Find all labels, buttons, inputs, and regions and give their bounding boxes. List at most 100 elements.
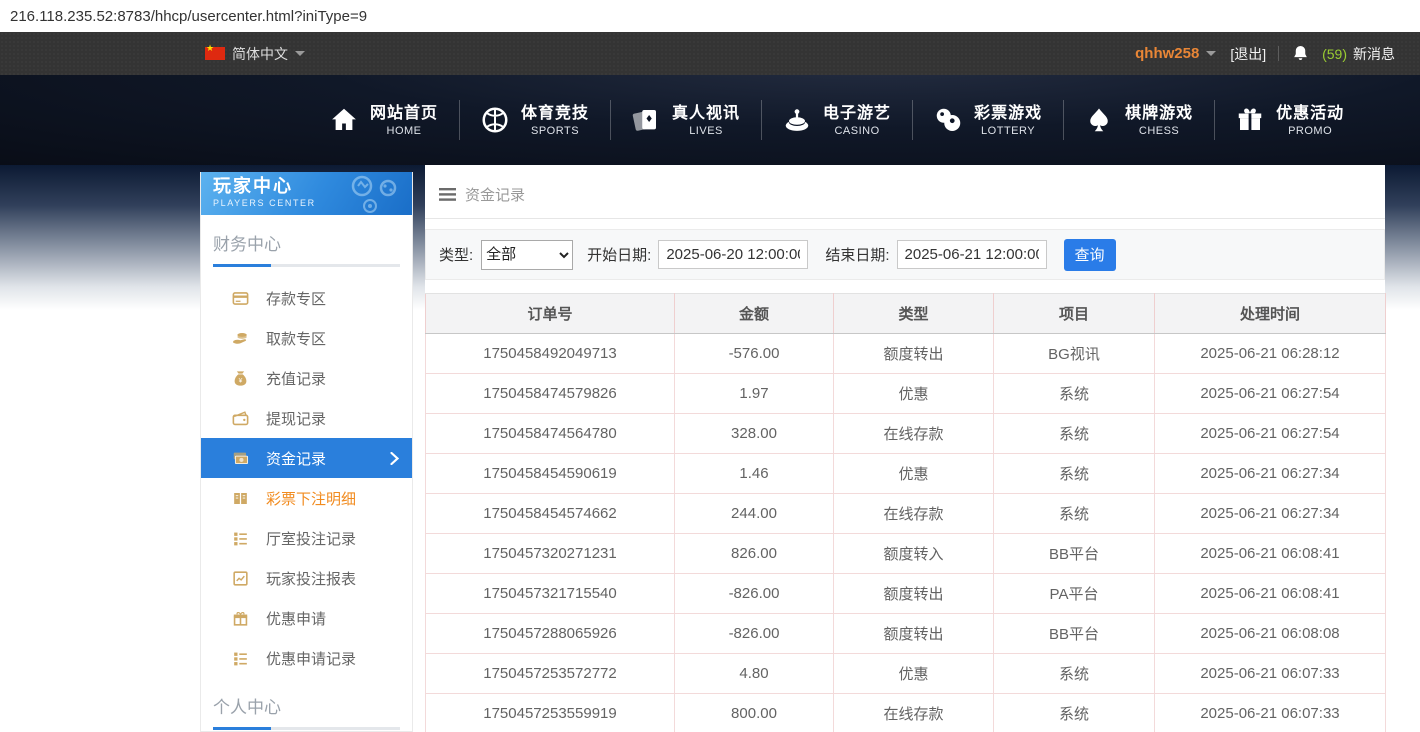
sidebar: 玩家中心 PLAYERS CENTER 财务中心 存款专区取款专区¥充值记录提现… — [200, 172, 413, 732]
table-cell: 2025-06-21 06:08:41 — [1155, 574, 1386, 614]
table-body: 1750458492049713-576.00额度转出BG视讯2025-06-2… — [426, 334, 1386, 732]
section-underline — [213, 264, 400, 267]
message-count[interactable]: (59) — [1322, 46, 1347, 62]
nav-label-zh: 彩票游戏 — [974, 103, 1042, 125]
nav-label-zh: 电子游艺 — [823, 103, 891, 125]
table-cell: 2025-06-21 06:27:54 — [1155, 374, 1386, 414]
type-select[interactable]: 全部 — [481, 240, 573, 270]
sidebar-item-withdraw-zone[interactable]: 取款专区 — [201, 318, 412, 358]
table-cell: 1.97 — [675, 374, 834, 414]
sidebar-item-lottery-bet-details[interactable]: 彩票下注明细 — [201, 478, 412, 518]
table-cell: PA平台 — [994, 574, 1155, 614]
sidebar-item-label: 存款专区 — [266, 288, 326, 309]
nav-item-text: 真人视讯LIVES — [672, 103, 740, 137]
sidebar-item-withdrawal-records[interactable]: 提现记录 — [201, 398, 412, 438]
nav-item-chess[interactable]: 棋牌游戏CHESS — [1063, 103, 1214, 137]
nav-item-promo[interactable]: 优惠活动PROMO — [1214, 103, 1365, 137]
table-row: 17504584545906191.46优惠系统2025-06-21 06:27… — [426, 454, 1386, 494]
sidebar-item-promo-apply[interactable]: 优惠申请 — [201, 598, 412, 638]
column-header: 项目 — [994, 294, 1155, 334]
table-cell: 额度转入 — [834, 534, 994, 574]
bell-icon[interactable] — [1291, 44, 1310, 63]
fund-records-table: 订单号金额类型项目处理时间 1750458492049713-576.00额度转… — [425, 293, 1386, 732]
page: 216.118.235.52:8783/hhcp/usercenter.html… — [0, 0, 1420, 732]
sidebar-item-label: 取款专区 — [266, 328, 326, 349]
sidebar-item-hall-bet-records[interactable]: 厅室投注记录 — [201, 518, 412, 558]
nav-label-zh: 网站首页 — [370, 103, 438, 125]
breadcrumb-label: 资金记录 — [465, 184, 525, 205]
table-cell: 在线存款 — [834, 414, 994, 454]
table-cell: 系统 — [994, 694, 1155, 732]
nav-item-text: 优惠活动PROMO — [1276, 103, 1344, 137]
gamepad-icon — [332, 174, 406, 214]
language-selector[interactable]: 简体中文 — [205, 44, 305, 64]
username[interactable]: qhhw258 — [1135, 45, 1199, 62]
sidebar-item-label: 优惠申请记录 — [266, 648, 356, 669]
sidebar-item-fund-records[interactable]: 资金记录 — [201, 438, 412, 478]
browser-url-bar[interactable]: 216.118.235.52:8783/hhcp/usercenter.html… — [0, 0, 1420, 32]
nav-item-home[interactable]: 网站首页HOME — [308, 103, 459, 137]
table-cell: 系统 — [994, 374, 1155, 414]
roulette-icon — [782, 105, 812, 135]
nav-label-zh: 真人视讯 — [672, 103, 740, 125]
table-row: 1750457321715540-826.00额度转出PA平台2025-06-2… — [426, 574, 1386, 614]
sidebar-item-deposit-zone[interactable]: 存款专区 — [201, 278, 412, 318]
table-cell: 1750458492049713 — [426, 334, 675, 374]
nav-label-en: CASINO — [834, 125, 879, 137]
table-cell: -826.00 — [675, 574, 834, 614]
table-cell: 额度转出 — [834, 334, 994, 374]
search-button[interactable]: 查询 — [1064, 239, 1116, 271]
table-row: 17504584745798261.97优惠系统2025-06-21 06:27… — [426, 374, 1386, 414]
end-date-input[interactable] — [897, 240, 1047, 269]
table-cell: 优惠 — [834, 374, 994, 414]
end-date-label: 结束日期: — [825, 244, 889, 265]
nav-item-sports[interactable]: 体育竞技SPORTS — [459, 103, 610, 137]
start-date-label: 开始日期: — [587, 244, 651, 265]
divider — [1278, 46, 1279, 61]
table-cell: BG视讯 — [994, 334, 1155, 374]
sidebar-item-label: 充值记录 — [266, 368, 326, 389]
table-row: 1750457320271231826.00额度转入BB平台2025-06-21… — [426, 534, 1386, 574]
nav-item-lives[interactable]: 真人视讯LIVES — [610, 103, 761, 137]
nav-label-zh: 体育竞技 — [521, 103, 589, 125]
nav-label-en: HOME — [387, 125, 422, 137]
sidebar-menu: 存款专区取款专区¥充值记录提现记录资金记录彩票下注明细厅室投注记录玩家投注报表优… — [201, 278, 412, 678]
hamburger-icon[interactable] — [439, 188, 456, 201]
table-cell: 1750458474564780 — [426, 414, 675, 454]
nav-label-zh: 优惠活动 — [1276, 103, 1344, 125]
wallet-icon — [231, 409, 250, 428]
table-cell: 1750457320271231 — [426, 534, 675, 574]
svg-text:¥: ¥ — [239, 377, 243, 384]
logout-button[interactable]: [退出] — [1230, 44, 1266, 64]
table-row: 17504572535727724.80优惠系统2025-06-21 06:07… — [426, 654, 1386, 694]
table-cell: 244.00 — [675, 494, 834, 534]
table-header-row: 订单号金额类型项目处理时间 — [426, 294, 1386, 334]
chevron-down-icon[interactable] — [1206, 51, 1216, 56]
cards-icon — [631, 105, 661, 135]
table-cell: -576.00 — [675, 334, 834, 374]
lottery-balls-icon — [933, 105, 963, 135]
table-row: 1750458474564780328.00在线存款系统2025-06-21 0… — [426, 414, 1386, 454]
nav-label-en: LIVES — [689, 125, 723, 137]
chevron-right-icon — [390, 452, 399, 465]
column-header: 处理时间 — [1155, 294, 1386, 334]
table-cell: 2025-06-21 06:28:12 — [1155, 334, 1386, 374]
sidebar-section-finance: 财务中心 — [213, 230, 400, 255]
nav-item-lottery[interactable]: 彩票游戏LOTTERY — [912, 103, 1063, 137]
language-label: 简体中文 — [232, 44, 288, 64]
ball-icon — [480, 105, 510, 135]
table-cell: -826.00 — [675, 614, 834, 654]
sidebar-item-promo-apply-records[interactable]: 优惠申请记录 — [201, 638, 412, 678]
start-date-input[interactable] — [658, 240, 808, 269]
sidebar-item-player-bet-report[interactable]: 玩家投注报表 — [201, 558, 412, 598]
account-area: qhhw258 [退出] (59) 新消息 — [1135, 44, 1395, 64]
table-row: 1750457288065926-826.00额度转出BB平台2025-06-2… — [426, 614, 1386, 654]
report-icon — [231, 569, 250, 588]
nav-item-casino[interactable]: 电子游艺CASINO — [761, 103, 912, 137]
table-cell: 1750458454590619 — [426, 454, 675, 494]
table-cell: 额度转出 — [834, 614, 994, 654]
nav-label-en: LOTTERY — [981, 125, 1035, 137]
sidebar-item-recharge-records[interactable]: ¥ 充值记录 — [201, 358, 412, 398]
message-label[interactable]: 新消息 — [1353, 44, 1395, 64]
main-content: 资金记录 类型: 全部 开始日期: 结束日期: 查询 订单号金额类型项目处理时间 — [425, 165, 1385, 732]
